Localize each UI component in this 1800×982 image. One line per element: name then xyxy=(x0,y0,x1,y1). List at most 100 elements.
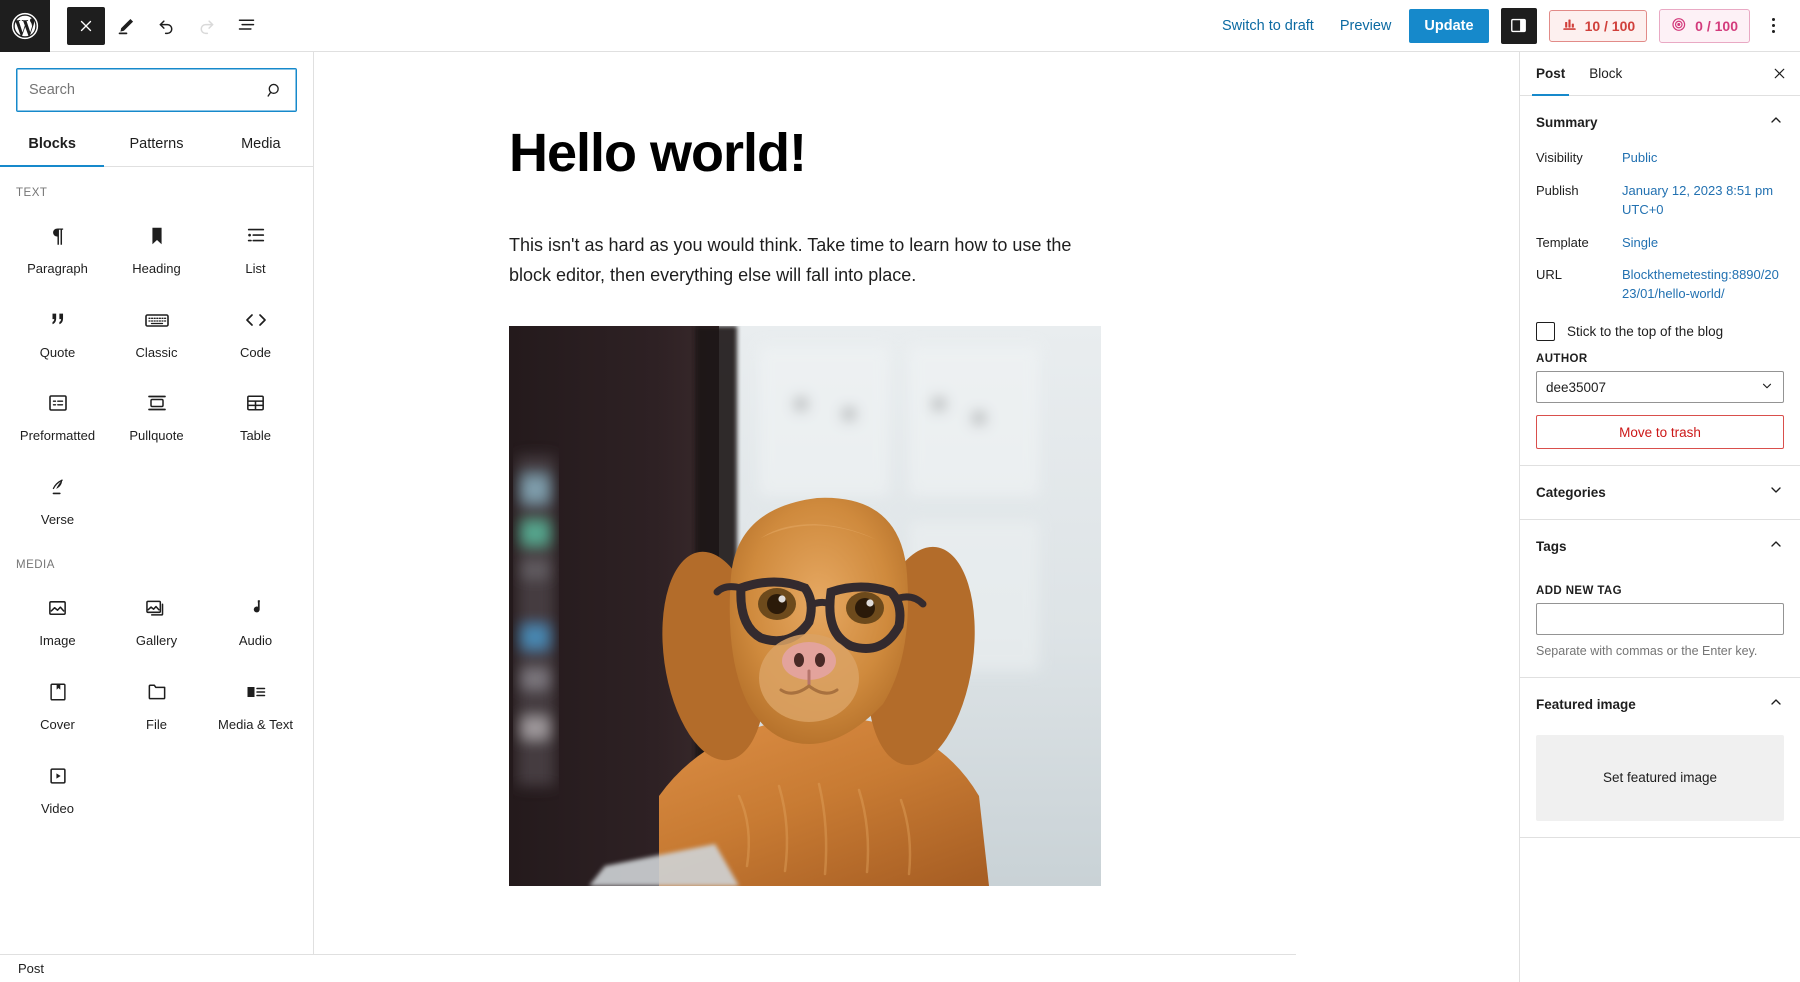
block-label: Video xyxy=(41,801,74,817)
add-new-tag-input[interactable] xyxy=(1536,603,1784,635)
move-to-trash-button[interactable]: Move to trash xyxy=(1536,415,1784,449)
close-icon[interactable] xyxy=(1764,59,1794,89)
tab-media[interactable]: Media xyxy=(209,124,313,166)
wordpress-logo-icon[interactable] xyxy=(0,0,50,52)
post-image-block[interactable] xyxy=(509,326,1101,886)
post-title[interactable]: Hello world! xyxy=(509,124,1101,183)
block-list[interactable]: List xyxy=(206,205,305,289)
seo-score-badge[interactable]: 10 / 100 xyxy=(1549,10,1648,42)
inserter-tabs: Blocks Patterns Media xyxy=(0,124,313,167)
preview-button[interactable]: Preview xyxy=(1327,10,1405,42)
sticky-post-label: Stick to the top of the blog xyxy=(1567,324,1723,339)
block-list-scroll[interactable]: TEXT ¶ Paragraph Heading xyxy=(0,167,313,982)
block-label: Pullquote xyxy=(129,428,183,444)
post-settings-sidebar: Post Block Summary Vis xyxy=(1519,52,1800,982)
dog-photo xyxy=(509,326,1101,886)
tab-patterns[interactable]: Patterns xyxy=(104,124,208,166)
sticky-post-row[interactable]: Stick to the top of the blog xyxy=(1536,322,1784,341)
panel-summary-header[interactable]: Summary xyxy=(1536,96,1784,149)
redo-button[interactable] xyxy=(187,7,225,45)
readability-score-value: 0 / 100 xyxy=(1695,18,1738,34)
undo-button[interactable] xyxy=(147,7,185,45)
tab-blocks[interactable]: Blocks xyxy=(0,124,104,166)
sidebar-tab-post[interactable]: Post xyxy=(1524,52,1577,95)
post-paragraph-block[interactable]: This isn't as hard as you would think. T… xyxy=(509,231,1101,289)
wordpress-block-editor: Switch to draft Preview Update xyxy=(0,0,1800,982)
update-button[interactable]: Update xyxy=(1409,9,1488,43)
panel-categories-header[interactable]: Categories xyxy=(1536,466,1784,519)
kebab-dot xyxy=(1772,30,1775,33)
block-paragraph[interactable]: ¶ Paragraph xyxy=(8,205,107,289)
block-label: File xyxy=(146,717,167,733)
author-label: AUTHOR xyxy=(1536,353,1784,365)
editor-canvas[interactable]: Hello world! This isn't as hard as you w… xyxy=(314,52,1519,982)
panel-featured-image-body: Set featured image xyxy=(1536,735,1784,837)
summary-row-visibility: Visibility Public xyxy=(1536,149,1784,168)
block-label: Cover xyxy=(40,717,75,733)
list-icon xyxy=(244,223,268,249)
audio-note-icon xyxy=(245,595,267,621)
block-gallery[interactable]: Gallery xyxy=(107,577,206,661)
block-pullquote[interactable]: Pullquote xyxy=(107,372,206,456)
gallery-icon xyxy=(144,595,169,621)
heading-icon xyxy=(146,223,168,249)
editor-top-bar: Switch to draft Preview Update xyxy=(0,0,1800,52)
document-overview-button[interactable] xyxy=(227,7,265,45)
summary-value-url[interactable]: Blockthemetesting:8890/2023/01/hello-wor… xyxy=(1622,266,1784,304)
sidebar-tab-block[interactable]: Block xyxy=(1577,52,1634,95)
block-file[interactable]: File xyxy=(107,661,206,745)
cover-icon xyxy=(47,679,69,705)
block-label: Paragraph xyxy=(27,261,88,277)
top-bar-left-tools xyxy=(50,7,265,45)
preformatted-icon xyxy=(46,390,70,416)
chevron-up-icon[interactable] xyxy=(1768,112,1784,133)
set-featured-image-button[interactable]: Set featured image xyxy=(1536,735,1784,821)
block-inserter-panel: Blocks Patterns Media TEXT ¶ Paragraph xyxy=(0,52,314,982)
edit-mode-button[interactable] xyxy=(107,7,145,45)
block-image[interactable]: Image xyxy=(8,577,107,661)
chevron-down-icon[interactable] xyxy=(1768,482,1784,503)
panel-featured-image-header[interactable]: Featured image xyxy=(1536,678,1784,731)
block-preformatted[interactable]: Preformatted xyxy=(8,372,107,456)
block-label: Preformatted xyxy=(20,428,95,444)
seo-score-value: 10 / 100 xyxy=(1585,18,1636,34)
block-label: Media & Text xyxy=(218,717,293,733)
block-label: Classic xyxy=(136,345,178,361)
block-media-text[interactable]: Media & Text xyxy=(206,661,305,745)
media-text-icon xyxy=(244,679,268,705)
status-bar-post-label[interactable]: Post xyxy=(18,961,44,976)
block-label: Table xyxy=(240,428,271,444)
author-select[interactable]: dee35007 xyxy=(1536,371,1784,403)
kebab-dot xyxy=(1772,18,1775,21)
block-code[interactable]: Code xyxy=(206,289,305,373)
switch-to-draft-button[interactable]: Switch to draft xyxy=(1209,10,1327,42)
seo-score-icon xyxy=(1561,17,1578,35)
panel-tags-header[interactable]: Tags xyxy=(1536,520,1784,573)
top-bar-right-tools: Switch to draft Preview Update xyxy=(1209,8,1800,44)
settings-sidebar-toggle-button[interactable] xyxy=(1501,8,1537,44)
block-heading[interactable]: Heading xyxy=(107,205,206,289)
block-verse[interactable]: Verse xyxy=(8,456,107,540)
chevron-up-icon[interactable] xyxy=(1768,536,1784,557)
readability-score-badge[interactable]: 0 / 100 xyxy=(1659,9,1750,43)
block-classic[interactable]: Classic xyxy=(107,289,206,373)
summary-row-publish: Publish January 12, 2023 8:51 pm UTC+0 xyxy=(1536,182,1784,220)
search-input[interactable] xyxy=(17,69,265,111)
summary-value-publish[interactable]: January 12, 2023 8:51 pm UTC+0 xyxy=(1622,182,1784,220)
summary-value-visibility[interactable]: Public xyxy=(1622,149,1657,168)
block-quote[interactable]: Quote xyxy=(8,289,107,373)
block-table[interactable]: Table xyxy=(206,372,305,456)
summary-key: Template xyxy=(1536,234,1622,250)
kebab-dot xyxy=(1772,24,1775,27)
block-audio[interactable]: Audio xyxy=(206,577,305,661)
search-box[interactable] xyxy=(16,68,297,112)
close-editor-button[interactable] xyxy=(67,7,105,45)
post-content-wrapper: Hello world! This isn't as hard as you w… xyxy=(509,124,1101,886)
block-label: Verse xyxy=(41,512,74,528)
more-options-button[interactable] xyxy=(1756,9,1790,43)
chevron-up-icon[interactable] xyxy=(1768,694,1784,715)
block-cover[interactable]: Cover xyxy=(8,661,107,745)
block-video[interactable]: Video xyxy=(8,745,107,829)
summary-value-template[interactable]: Single xyxy=(1622,234,1658,253)
sticky-post-checkbox[interactable] xyxy=(1536,322,1555,341)
